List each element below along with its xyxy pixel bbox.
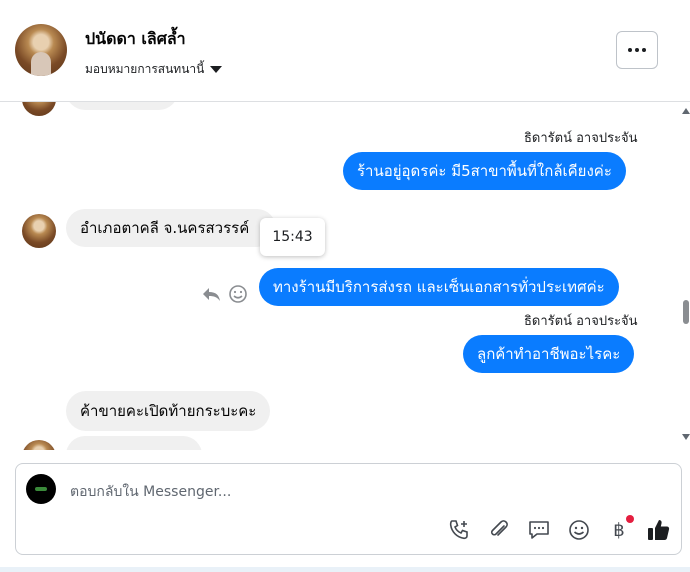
message-bubble-outgoing[interactable]: ร้านอยู่อุดรค่ะ มี5สาขาพื้นที่ใกล้เคียงค… [343, 152, 626, 190]
scrollbar-thumb[interactable] [683, 300, 689, 324]
conversation-header: ปนัดดา เลิศล้ำ มอบหมายการสนทนานี้ [0, 0, 690, 102]
like-icon [648, 520, 670, 540]
message-bubble-outgoing[interactable]: ลูกค้าทำอาชีพอะไรคะ [463, 335, 635, 373]
assign-label: มอบหมายการสนทนานี้ [85, 62, 205, 76]
attach-button[interactable] [486, 517, 512, 543]
more-icon [628, 48, 646, 52]
scroll-up-arrow-icon[interactable] [682, 108, 690, 114]
assign-conversation-dropdown[interactable]: มอบหมายการสนทนานี้ [85, 60, 223, 79]
add-call-button[interactable] [446, 517, 472, 543]
message-bubble-cut [66, 102, 178, 110]
composer-toolbar: ฿ [446, 515, 672, 544]
bottom-strip [0, 567, 690, 572]
message-sender: ธิดารัตน์ อาจประจัน [524, 131, 638, 146]
timestamp-tooltip: 15:43 [260, 218, 325, 256]
chevron-down-icon [210, 66, 223, 73]
message-sender: ธิดารัตน์ อาจประจัน [524, 314, 638, 329]
reply-icon[interactable] [200, 283, 222, 305]
saved-reply-button[interactable] [526, 517, 552, 543]
message-bubble-incoming[interactable]: ค้าขายคะเปิดท้ายกระบะคะ [66, 391, 271, 431]
reply-input[interactable] [68, 476, 632, 508]
contact-avatar-small[interactable] [22, 214, 56, 248]
notification-dot [626, 515, 634, 523]
baht-icon: ฿ [613, 519, 625, 541]
emoji-icon[interactable] [228, 284, 248, 304]
reply-composer: ฿ [15, 463, 682, 555]
saved-reply-icon [529, 521, 549, 539]
like-button[interactable] [646, 517, 672, 543]
payment-button[interactable]: ฿ [606, 515, 634, 543]
contact-avatar[interactable] [15, 24, 67, 76]
contact-avatar-small [22, 440, 56, 450]
emoji-button[interactable] [566, 517, 592, 543]
message-bubble-cut [66, 436, 202, 450]
message-scrollbar[interactable] [680, 102, 690, 450]
contact-name[interactable]: ปนัดดา เลิศล้ำ [85, 27, 186, 52]
message-bubble-incoming[interactable]: อำเภอตาคลี จ.นครสวรรค์ [66, 209, 276, 247]
add-call-icon [449, 520, 468, 540]
contact-avatar-small [22, 102, 56, 116]
page-avatar [26, 474, 56, 504]
attach-icon [490, 520, 508, 536]
message-bubble-outgoing[interactable]: ทางร้านมีบริการส่งรถ และเซ็นเอกสารทั่วปร… [259, 268, 619, 306]
more-options-button[interactable] [616, 31, 658, 69]
message-list: ธิดารัตน์ อาจประจัน ร้านอยู่อุดรค่ะ มี5ส… [0, 102, 690, 450]
emoji-icon [569, 520, 589, 540]
scroll-down-arrow-icon[interactable] [682, 434, 690, 440]
